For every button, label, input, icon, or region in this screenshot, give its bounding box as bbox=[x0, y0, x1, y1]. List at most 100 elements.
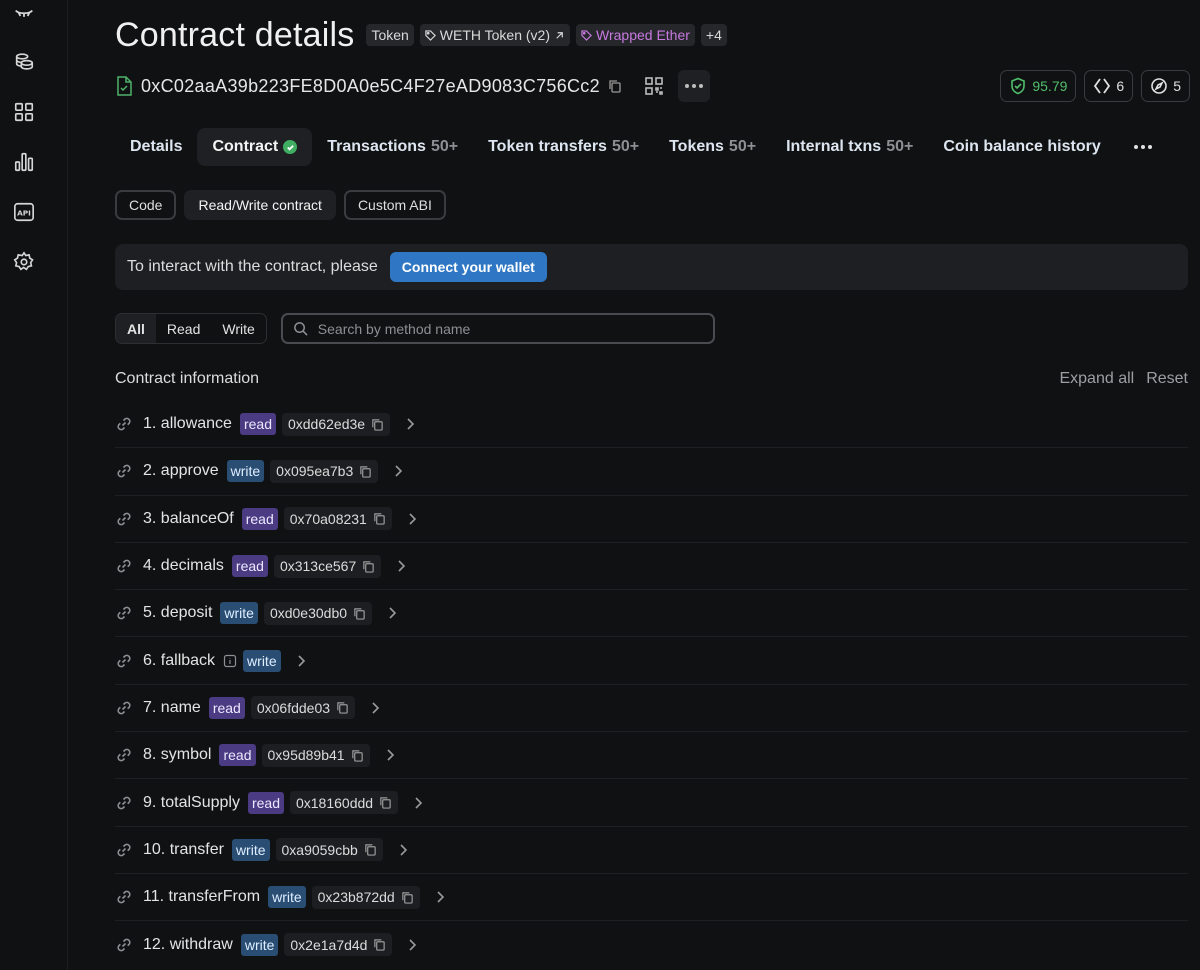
method-row[interactable]: 9. totalSupply read 0x18160ddd bbox=[115, 779, 1188, 827]
method-row[interactable]: 1. allowance read 0xdd62ed3e bbox=[115, 401, 1188, 449]
copy-icon[interactable] bbox=[401, 891, 414, 904]
chevron-right-icon[interactable] bbox=[395, 842, 411, 858]
method-row[interactable]: 5. deposit write 0xd0e30db0 bbox=[115, 590, 1188, 638]
copy-icon[interactable] bbox=[359, 465, 372, 478]
copy-icon[interactable] bbox=[362, 560, 375, 573]
method-row[interactable]: 11. transferFrom write 0x23b872dd bbox=[115, 874, 1188, 922]
method-name[interactable]: 9. totalSupply bbox=[143, 794, 240, 812]
link-icon[interactable] bbox=[115, 510, 133, 528]
more-tags-button[interactable]: +4 bbox=[700, 24, 727, 46]
settings-icon[interactable] bbox=[12, 250, 36, 274]
method-name[interactable]: 11. transferFrom bbox=[143, 888, 260, 906]
method-name[interactable]: 12. withdraw bbox=[143, 936, 233, 954]
info-icon[interactable] bbox=[223, 654, 237, 668]
method-row[interactable]: 12. withdraw write 0x2e1a7d4d bbox=[115, 921, 1188, 968]
subtab-code[interactable]: Code bbox=[115, 190, 177, 220]
chevron-right-icon[interactable] bbox=[432, 889, 448, 905]
chevron-right-icon[interactable] bbox=[293, 653, 309, 669]
method-search-input[interactable]: Search by method name bbox=[280, 313, 715, 344]
link-icon[interactable] bbox=[115, 841, 133, 859]
tab-contract[interactable]: Contract bbox=[197, 128, 313, 166]
explore-count-badge[interactable]: 5 bbox=[1141, 70, 1190, 102]
copy-icon[interactable] bbox=[373, 512, 386, 525]
tab-token-transfers[interactable]: Token transfers 50+ bbox=[473, 128, 654, 166]
subtab-read-write[interactable]: Read/Write contract bbox=[184, 190, 336, 220]
qr-code-button[interactable] bbox=[638, 70, 670, 102]
method-type-badge: read bbox=[239, 413, 276, 436]
tab-internal-txns[interactable]: Internal txns 50+ bbox=[771, 128, 928, 166]
link-icon[interactable] bbox=[115, 699, 133, 717]
subtab-custom-abi[interactable]: Custom ABI bbox=[343, 190, 446, 220]
copy-icon[interactable] bbox=[351, 749, 364, 762]
tab-coin-balance-history[interactable]: Coin balance history bbox=[928, 128, 1115, 166]
chevron-right-icon[interactable] bbox=[402, 416, 418, 432]
filter-write[interactable]: Write bbox=[211, 314, 265, 343]
link-icon[interactable] bbox=[115, 604, 133, 622]
verified-check-icon bbox=[283, 140, 298, 154]
chevron-right-icon[interactable] bbox=[390, 463, 406, 479]
method-selector: 0x095ea7b3 bbox=[270, 459, 379, 483]
method-row[interactable]: 3. balanceOf read 0x70a08231 bbox=[115, 496, 1188, 543]
copy-icon[interactable] bbox=[608, 79, 622, 93]
tab-tokens[interactable]: Tokens 50+ bbox=[654, 128, 771, 166]
connect-wallet-notice: To interact with the contract, please Co… bbox=[115, 244, 1188, 290]
reset-button[interactable]: Reset bbox=[1146, 370, 1188, 388]
coins-icon[interactable] bbox=[12, 50, 36, 74]
filter-read[interactable]: Read bbox=[156, 314, 211, 343]
chevron-right-icon[interactable] bbox=[404, 511, 420, 527]
method-name[interactable]: 8. symbol bbox=[143, 746, 211, 764]
chevron-right-icon[interactable] bbox=[404, 937, 420, 953]
chevron-right-icon[interactable] bbox=[384, 605, 400, 621]
method-row[interactable]: 7. name read 0x06fdde03 bbox=[115, 685, 1188, 733]
link-icon[interactable] bbox=[115, 794, 133, 812]
tab-transactions[interactable]: Transactions 50+ bbox=[312, 128, 473, 166]
link-icon[interactable] bbox=[115, 888, 133, 906]
link-icon[interactable] bbox=[115, 557, 133, 575]
method-type-badge: read bbox=[231, 555, 268, 578]
copy-icon[interactable] bbox=[336, 701, 349, 715]
bar-chart-icon[interactable] bbox=[12, 150, 36, 174]
method-row[interactable]: 8. symbol read 0x95d89b41 bbox=[115, 732, 1188, 780]
chevron-right-icon[interactable] bbox=[382, 747, 398, 763]
method-name[interactable]: 10. transfer bbox=[143, 841, 224, 859]
method-name[interactable]: 2. approve bbox=[143, 462, 219, 480]
method-name[interactable]: 5. deposit bbox=[143, 604, 212, 622]
link-icon[interactable] bbox=[115, 415, 133, 433]
link-icon[interactable] bbox=[115, 462, 133, 480]
copy-icon[interactable] bbox=[371, 418, 384, 431]
link-icon[interactable] bbox=[115, 936, 133, 954]
link-icon[interactable] bbox=[115, 746, 133, 764]
method-name[interactable]: 1. allowance bbox=[143, 415, 232, 433]
tab-details[interactable]: Details bbox=[115, 128, 197, 166]
security-score-badge[interactable]: 95.79 bbox=[1000, 70, 1077, 102]
weth-token-link[interactable]: WETH Token (v2) bbox=[419, 24, 571, 46]
ellipsis-icon bbox=[1133, 145, 1152, 149]
method-row[interactable]: 4. decimals read 0x313ce567 bbox=[115, 543, 1188, 591]
link-icon[interactable] bbox=[115, 652, 133, 670]
copy-icon[interactable] bbox=[373, 938, 386, 952]
grid-icon[interactable] bbox=[12, 100, 36, 124]
copy-icon[interactable] bbox=[353, 607, 366, 620]
connect-wallet-button[interactable]: Connect your wallet bbox=[389, 252, 547, 282]
api-icon[interactable]: API bbox=[12, 200, 36, 224]
expand-all-button[interactable]: Expand all bbox=[1059, 370, 1134, 388]
code-count-badge[interactable]: 6 bbox=[1084, 70, 1134, 102]
method-name[interactable]: 3. balanceOf bbox=[143, 510, 234, 528]
chevron-right-icon[interactable] bbox=[367, 700, 383, 716]
chevron-right-icon[interactable] bbox=[393, 558, 409, 574]
method-name[interactable]: 4. decimals bbox=[143, 557, 224, 575]
title-row: Contract details Token WETH Token (v2) W… bbox=[115, 14, 727, 56]
wrapped-ether-tag[interactable]: Wrapped Ether bbox=[576, 24, 695, 46]
method-row[interactable]: 6. fallback write bbox=[115, 637, 1188, 685]
logo-icon[interactable] bbox=[12, 4, 36, 28]
copy-icon[interactable] bbox=[379, 796, 392, 809]
method-row[interactable]: 10. transfer write 0xa9059cbb bbox=[115, 827, 1188, 874]
filter-all[interactable]: All bbox=[116, 314, 156, 343]
more-actions-button[interactable] bbox=[677, 70, 710, 102]
copy-icon[interactable] bbox=[364, 843, 377, 856]
method-row[interactable]: 2. approve write 0x095ea7b3 bbox=[115, 448, 1188, 496]
method-name[interactable]: 6. fallback bbox=[143, 652, 215, 670]
more-tabs-button[interactable] bbox=[1130, 134, 1156, 160]
method-name[interactable]: 7. name bbox=[143, 699, 201, 717]
chevron-right-icon[interactable] bbox=[410, 795, 426, 811]
